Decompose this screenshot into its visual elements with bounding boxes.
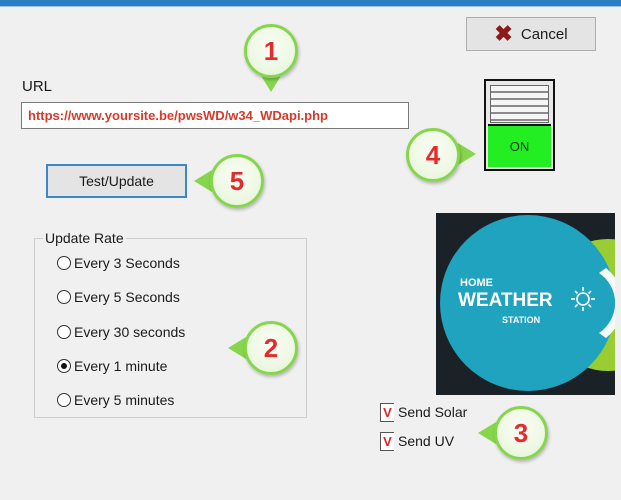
radio-button-icon[interactable] <box>57 256 71 270</box>
radio-every-1-minute[interactable]: Every 1 minute <box>57 355 167 377</box>
switch-grip-icon <box>490 85 549 123</box>
send-uv-label: Send UV <box>398 433 455 449</box>
checkbox-checked-icon[interactable]: V <box>380 402 394 422</box>
switch-state-label: ON <box>509 139 530 154</box>
radio-every-30-seconds[interactable]: Every 30 seconds <box>57 321 185 343</box>
url-label: URL <box>22 78 53 95</box>
home-weather-station-logo: HOME WEATHER STATION <box>436 213 615 395</box>
logo-station-text: STATION <box>502 315 540 325</box>
annotation-number: 4 <box>425 139 441 170</box>
checkbox-checked-icon[interactable]: V <box>380 431 394 451</box>
annotation-marker-1: 1 <box>244 24 298 78</box>
radio-button-icon[interactable] <box>57 393 71 407</box>
x-icon: ✖ <box>494 21 513 46</box>
cancel-button-label: Cancel <box>520 25 568 43</box>
url-input[interactable] <box>21 102 409 129</box>
annotation-marker-5: 5 <box>210 154 264 208</box>
annotation-number: 2 <box>263 332 279 363</box>
radio-label: Every 5 Seconds <box>74 289 180 305</box>
annotation-marker-3: 3 <box>494 406 548 460</box>
test-update-button-label: Test/Update <box>79 173 154 189</box>
annotation-marker-2: 2 <box>244 321 298 375</box>
callout-4-tail <box>458 143 476 165</box>
annotation-marker-4: 4 <box>406 128 460 182</box>
send-solar-checkbox[interactable]: V Send Solar <box>380 402 467 422</box>
radio-label: Every 30 seconds <box>74 324 186 340</box>
switch-on-indicator: ON <box>488 124 551 167</box>
logo-home-text: HOME <box>460 277 493 289</box>
logo-weather-text: WEATHER <box>458 290 553 311</box>
radio-every-3-seconds[interactable]: Every 3 Seconds <box>57 252 180 274</box>
radio-label: Every 5 minutes <box>74 392 175 408</box>
radio-button-icon[interactable] <box>57 325 71 339</box>
send-uv-checkbox[interactable]: V Send UV <box>380 431 454 451</box>
cancel-button[interactable]: ✖ Cancel <box>466 17 596 51</box>
radio-button-icon[interactable] <box>57 290 71 304</box>
send-solar-label: Send Solar <box>398 404 468 420</box>
annotation-number: 1 <box>263 35 279 66</box>
radio-every-5-minutes[interactable]: Every 5 minutes <box>57 389 174 411</box>
radio-button-selected-icon[interactable] <box>57 359 71 373</box>
title-bar-edge <box>0 6 621 7</box>
annotation-number: 5 <box>229 165 245 196</box>
test-update-button[interactable]: Test/Update <box>46 164 187 198</box>
annotation-number: 3 <box>513 417 529 448</box>
update-rate-title: Update Rate <box>43 230 126 246</box>
radio-every-5-seconds[interactable]: Every 5 Seconds <box>57 286 180 308</box>
radio-label: Every 1 minute <box>74 358 168 374</box>
radio-label: Every 3 Seconds <box>74 255 180 271</box>
power-toggle-switch[interactable]: ON <box>484 79 555 171</box>
